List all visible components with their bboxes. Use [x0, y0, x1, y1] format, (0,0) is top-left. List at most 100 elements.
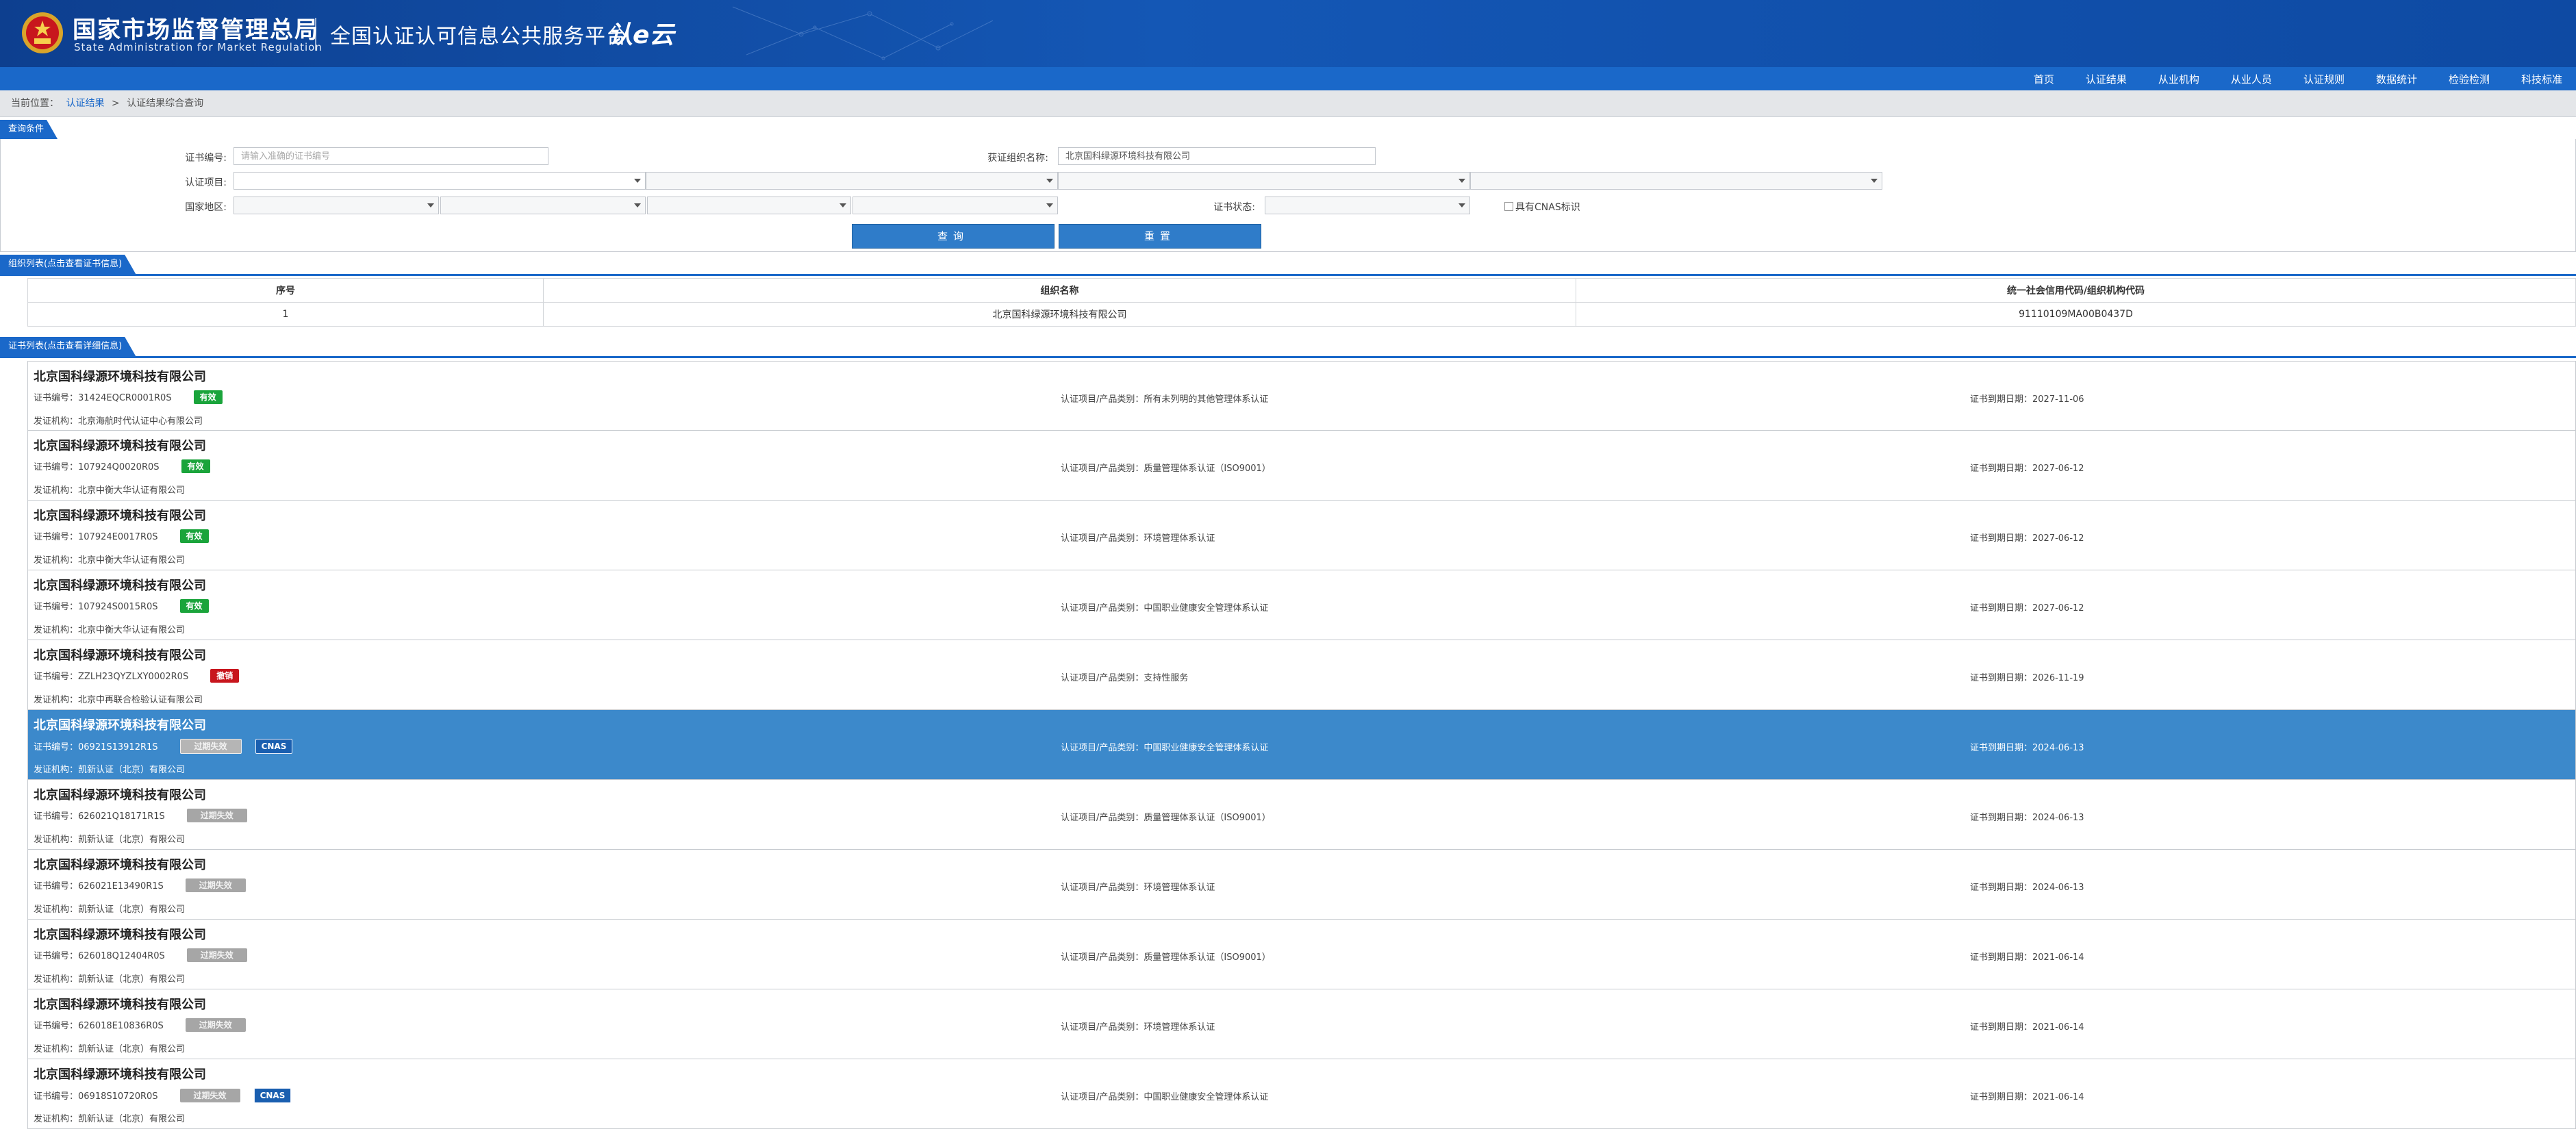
breadcrumb: 当前位置： 认证结果 > 认证结果综合查询 — [0, 90, 2576, 117]
issuer-line: 发证机构：凯新认证（北京）有限公司 — [34, 1111, 185, 1124]
expiry-value: 2021-06-14 — [2032, 1022, 2084, 1033]
cert-item-select-3[interactable] — [1058, 172, 1470, 190]
chevron-down-icon — [1459, 203, 1465, 207]
cert-no-line: 证书编号：06918S10720R0S 过期失效 CNAS — [34, 1088, 292, 1103]
issuer-prefix: 发证机构： — [34, 1044, 79, 1054]
cert-item-line: 认证项目/产品类别：所有未列明的其他管理体系认证 — [1061, 392, 1268, 405]
cert-no-input[interactable]: 请输入准确的证书编号 — [233, 147, 548, 165]
cert-org-name[interactable]: 北京国科绿源环境科技有限公司 — [34, 506, 206, 524]
expiry-prefix: 证书到期日期： — [1970, 533, 2033, 544]
cert-org-name[interactable]: 北京国科绿源环境科技有限公司 — [34, 855, 206, 873]
list-item[interactable]: 北京国科绿源环境科技有限公司 证书编号：107924E0017R0S 有效 发证机构：… — [27, 501, 2576, 570]
cert-org-name[interactable]: 北京国科绿源环境科技有限公司 — [34, 576, 206, 594]
org-name-input[interactable]: 北京国科绿源环境科技有限公司 — [1058, 147, 1376, 165]
issuer-value: 凯新认证（北京）有限公司 — [78, 1044, 186, 1054]
list-item[interactable]: 北京国科绿源环境科技有限公司 证书编号：626021E13490R1S 过期失效 发证… — [27, 850, 2576, 920]
nav-item-standards[interactable]: 科技标准 — [2521, 72, 2562, 86]
cert-no-value: 107924Q0020R0S — [78, 462, 160, 472]
list-item[interactable]: 北京国科绿源环境科技有限公司 证书编号：31424EQCR0001R0S 有效 发证机… — [27, 361, 2576, 431]
expiry-value: 2024-06-13 — [2032, 883, 2084, 893]
cert-no-prefix: 证书编号： — [34, 532, 79, 542]
search-button[interactable]: 查询 — [852, 224, 1055, 249]
cert-item-line: 认证项目/产品类别：质量管理体系认证（ISO9001） — [1061, 461, 1271, 474]
cert-item-select-4[interactable] — [1470, 172, 1882, 190]
cert-item-select-1[interactable] — [233, 172, 646, 190]
cert-item-prefix: 认证项目/产品类别： — [1061, 533, 1144, 544]
col-index-header: 序号 — [27, 278, 544, 303]
expiry-prefix: 证书到期日期： — [1970, 394, 2033, 405]
issuer-line: 发证机构：北京中衡大华认证有限公司 — [34, 483, 185, 496]
cnas-checkbox-label: 具有CNAS标识 — [1515, 202, 1580, 213]
list-item[interactable]: 北京国科绿源环境科技有限公司证书编号：06918S10720R0S 过期失效 CNA… — [27, 1059, 2576, 1129]
expiry-prefix: 证书到期日期： — [1970, 883, 2033, 893]
platform-logo: 认e云 — [608, 21, 674, 49]
expiry-prefix: 证书到期日期： — [1970, 603, 2033, 614]
region-select-1[interactable] — [233, 197, 439, 214]
status-select[interactable] — [1265, 197, 1470, 214]
issuer-prefix: 发证机构： — [34, 974, 79, 985]
breadcrumb-link-cert-results[interactable]: 认证结果 — [66, 98, 104, 109]
region-select-3[interactable] — [647, 197, 851, 214]
query-form: 证书编号: 请输入准确的证书编号 获证组织名称: 北京国科绿源环境科技有限公司 … — [0, 139, 2576, 252]
nav-item-statistics[interactable]: 数据统计 — [2376, 72, 2417, 86]
cert-org-name[interactable]: 北京国科绿源环境科技有限公司 — [34, 367, 206, 385]
cert-org-name[interactable]: 北京国科绿源环境科技有限公司 — [34, 785, 206, 803]
cert-no-prefix: 证书编号： — [34, 1091, 79, 1102]
query-section-title: 查询条件 — [0, 120, 58, 139]
cert-org-name[interactable]: 北京国科绿源环境科技有限公司 — [34, 1065, 206, 1083]
expiry-value: 2021-06-14 — [2032, 952, 2084, 963]
cert-org-name[interactable]: 北京国科绿源环境科技有限公司 — [34, 925, 206, 943]
national-emblem-icon — [22, 12, 63, 53]
expiry-prefix: 证书到期日期： — [1970, 743, 2033, 753]
region-select-4[interactable] — [853, 197, 1058, 214]
list-item[interactable]: 北京国科绿源环境科技有限公司 证书编号：626021Q18171R1S 过期失效 发证… — [27, 780, 2576, 850]
list-item[interactable]: 北京国科绿源环境科技有限公司 证书编号：107924Q0020R0S 有效 发证机构：… — [27, 431, 2576, 501]
list-item[interactable]: 北京国科绿源环境科技有限公司 证书编号：ZZLH23QYZLXY0002R0S 撤销… — [27, 640, 2576, 710]
cert-item-value: 环境管理体系认证 — [1144, 1022, 1215, 1033]
expiry-value: 2027-06-12 — [2032, 533, 2084, 544]
expiry-line: 证书到期日期：2027-06-12 — [1970, 531, 2084, 544]
cert-org-name[interactable]: 北京国科绿源环境科技有限公司 — [34, 436, 206, 454]
nav-item-cert-rules[interactable]: 认证规则 — [2303, 72, 2345, 86]
query-section-header: 查询条件 — [0, 120, 2576, 141]
chevron-down-icon — [839, 203, 846, 207]
list-item[interactable]: 北京国科绿源环境科技有限公司 证书编号：626018Q12404R0S 过期失效 发证… — [27, 920, 2576, 989]
region-select-2[interactable] — [440, 197, 646, 214]
reset-button[interactable]: 重置 — [1059, 224, 1261, 249]
status-badge: 过期失效 — [186, 809, 247, 822]
checkbox-icon[interactable] — [1504, 202, 1513, 211]
issuer-value: 凯新认证（北京）有限公司 — [78, 835, 186, 845]
expiry-prefix: 证书到期日期： — [1970, 813, 2033, 823]
cert-item-select-2[interactable] — [646, 172, 1058, 190]
list-item[interactable]: 北京国科绿源环境科技有限公司 证书编号：626018E10836R0S 过期失效 发证… — [27, 989, 2576, 1059]
expiry-value: 2027-06-12 — [2032, 464, 2084, 474]
nav-item-inspection[interactable]: 检验检测 — [2449, 72, 2490, 86]
table-row[interactable]: 1 北京国科绿源环境科技有限公司 91110109MA00B0437D — [27, 302, 2576, 327]
nav-item-institutions[interactable]: 从业机构 — [2158, 72, 2199, 86]
issuer-prefix: 发证机构： — [34, 485, 79, 496]
cnas-checkbox-wrap[interactable]: 具有CNAS标识 — [1504, 200, 1580, 214]
chevron-down-icon — [634, 179, 641, 183]
expiry-prefix: 证书到期日期： — [1970, 1022, 2033, 1033]
expiry-line: 证书到期日期：2021-06-14 — [1970, 1020, 2084, 1033]
cert-item-value: 环境管理体系认证 — [1144, 883, 1215, 893]
cert-item-prefix: 认证项目/产品类别： — [1061, 952, 1144, 963]
org-row-code: 91110109MA00B0437D — [1576, 302, 2576, 327]
cert-org-name[interactable]: 北京国科绿源环境科技有限公司 — [34, 995, 206, 1013]
cert-list-section-title: 证书列表(点击查看详细信息) — [0, 337, 136, 356]
cert-item-value: 支持性服务 — [1144, 673, 1189, 683]
nav-item-personnel[interactable]: 从业人员 — [2231, 72, 2272, 86]
org-row-name[interactable]: 北京国科绿源环境科技有限公司 — [543, 302, 1576, 327]
list-item[interactable]: 北京国科绿源环境科技有限公司 证书编号：107924S0015R0S 有效 发证机构：… — [27, 570, 2576, 640]
list-item[interactable]: 北京国科绿源环境科技有限公司 证书编号：06921S13912R1S 过期失效 CNA… — [27, 710, 2576, 780]
cert-item-line: 认证项目/产品类别：中国职业健康安全管理体系认证 — [1061, 740, 1268, 753]
nav-item-home[interactable]: 首页 — [2034, 72, 2054, 86]
cert-item-line: 认证项目/产品类别：支持性服务 — [1061, 670, 1188, 683]
nav-item-cert-results[interactable]: 认证结果 — [2086, 72, 2127, 86]
status-badge: 撤销 — [210, 669, 240, 683]
org-list-section-title: 组织列表(点击查看证书信息) — [0, 255, 136, 274]
cert-org-name[interactable]: 北京国科绿源环境科技有限公司 — [34, 646, 206, 663]
status-badge: 过期失效 — [179, 1089, 240, 1102]
cert-org-name[interactable]: 北京国科绿源环境科技有限公司 — [34, 716, 206, 733]
cert-item-prefix: 认证项目/产品类别： — [1061, 1092, 1144, 1102]
